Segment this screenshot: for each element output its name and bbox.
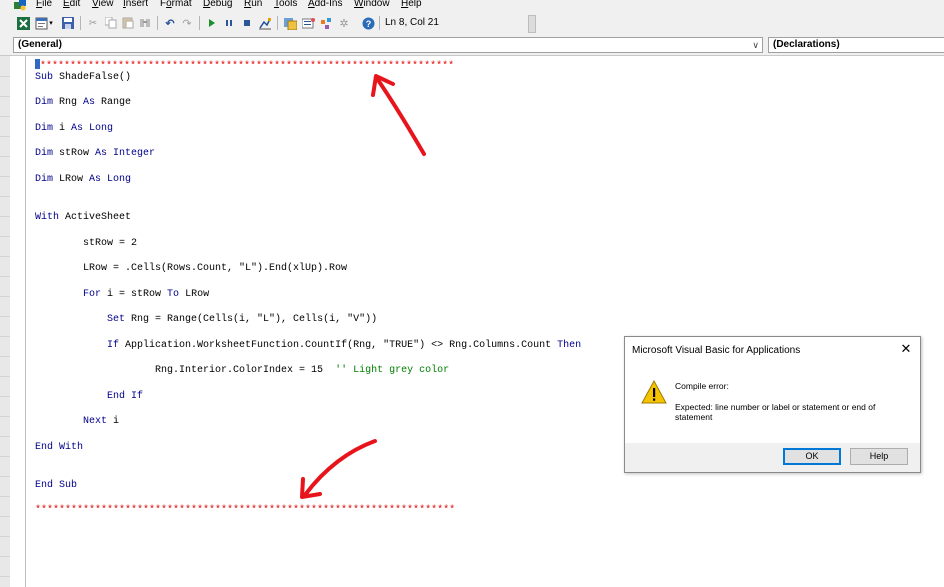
code-line: stRow = 2	[35, 238, 138, 249]
run-icon[interactable]	[205, 16, 219, 30]
dialog-title: Microsoft Visual Basic for Applications	[632, 345, 801, 356]
code-line: Rng.Interior.ColorIndex = 15 '' Light gr…	[35, 365, 450, 376]
toolbar-separator	[277, 16, 278, 30]
insert-userform-icon[interactable]	[34, 16, 48, 30]
toolbar-separator	[199, 16, 200, 30]
toolbar-strip: ▾ ✂ ↶ ↷ ✲ ? Ln 8, Col 21	[0, 13, 538, 35]
dialog-message-detail: Expected: line number or label or statem…	[675, 402, 876, 422]
code-line: Set Rng = Range(Cells(i, "L"), Cells(i, …	[107, 314, 378, 325]
menu-window[interactable]: Window	[354, 0, 390, 11]
code-line: With ActiveSheet	[35, 212, 132, 223]
vba-app-icon[interactable]	[13, 0, 27, 11]
code-line: Dim stRow As Integer	[35, 148, 156, 159]
code-line: Next i	[83, 416, 120, 427]
code-window-header: (General) ∨ (Declarations)	[0, 35, 944, 56]
chevron-down-icon[interactable]: ∨	[752, 38, 759, 52]
menu-format[interactable]: Format	[160, 0, 192, 11]
toolbar-empty-area	[538, 13, 944, 35]
worksheet-edge	[0, 56, 10, 587]
paste-icon[interactable]	[121, 16, 135, 30]
code-line: End Sub	[35, 480, 78, 491]
menu-edit[interactable]: Edit	[63, 0, 80, 11]
procedure-combo[interactable]: (Declarations)	[768, 37, 944, 53]
cursor-position-readout: Ln 8, Col 21	[385, 17, 439, 28]
menu-debug[interactable]: Debug	[203, 0, 232, 11]
cut-icon[interactable]: ✂	[86, 16, 100, 30]
help-button[interactable]: Help	[850, 448, 908, 465]
object-combo[interactable]: (General) ∨	[13, 37, 763, 53]
code-line: Sub ShadeFalse()	[35, 72, 132, 83]
code-line: LRow = .Cells(Rows.Count, "L").End(xlUp)…	[35, 263, 348, 274]
find-icon[interactable]	[138, 16, 152, 30]
redo-icon[interactable]: ↷	[180, 16, 194, 30]
project-explorer-icon[interactable]	[283, 16, 297, 30]
menu-view[interactable]: View	[92, 0, 114, 11]
chevron-down-icon[interactable]: ▾	[48, 16, 54, 30]
code-margin[interactable]	[10, 56, 26, 587]
toolbar-separator	[157, 16, 158, 30]
warning-icon	[641, 380, 667, 404]
ok-button[interactable]: OK	[783, 448, 841, 465]
menu-bar: File Edit View Insert Format Debug Run T…	[0, 0, 944, 13]
code-line: ****************************************…	[35, 505, 456, 516]
toolbar-separator	[379, 16, 380, 30]
code-line: Dim i As Long	[35, 123, 114, 134]
standard-toolbar: ▾ ✂ ↶ ↷ ✲ ? Ln 8, Col 21	[0, 13, 944, 35]
svg-text:?: ?	[365, 19, 371, 29]
code-line: Dim Rng As Range	[35, 97, 132, 108]
help-icon[interactable]: ?	[361, 16, 375, 30]
dialog-titlebar[interactable]: Microsoft Visual Basic for Applications …	[625, 337, 920, 363]
close-icon[interactable]: ✕	[899, 342, 913, 356]
undo-icon[interactable]: ↶	[163, 16, 177, 30]
copy-icon[interactable]	[104, 16, 118, 30]
menu-help[interactable]: Help	[401, 0, 422, 11]
menu-file[interactable]: File	[36, 0, 52, 11]
dialog-message-title: Compile error:	[675, 381, 729, 391]
save-icon[interactable]	[61, 16, 75, 30]
design-mode-icon[interactable]	[258, 16, 272, 30]
code-line: For i = stRow To LRow	[83, 289, 210, 300]
toolbox-icon[interactable]: ✲	[337, 16, 351, 30]
object-combo-value: (General)	[18, 39, 62, 50]
procedure-combo-value: (Declarations)	[773, 39, 840, 50]
menu-insert[interactable]: Insert	[123, 0, 148, 11]
compile-error-dialog: Microsoft Visual Basic for Applications …	[624, 336, 921, 473]
code-line: If Application.WorksheetFunction.CountIf…	[107, 340, 582, 351]
break-icon[interactable]	[222, 16, 236, 30]
toolbar-grip[interactable]	[528, 15, 536, 33]
excel-icon[interactable]	[16, 16, 30, 30]
dialog-body: Compile error: Expected: line number or …	[625, 363, 920, 443]
code-line: ****************************************…	[35, 59, 454, 73]
properties-icon[interactable]	[301, 16, 315, 30]
object-browser-icon[interactable]	[319, 16, 333, 30]
menu-tools[interactable]: Tools	[274, 0, 297, 11]
code-editor[interactable]: ****************************************…	[26, 56, 944, 587]
menu-add-ins[interactable]: Add-Ins	[308, 0, 342, 11]
menu-run[interactable]: Run	[244, 0, 262, 11]
code-line: Dim LRow As Long	[35, 174, 132, 185]
toolbar-separator	[80, 16, 81, 30]
code-line: End If	[107, 391, 144, 402]
reset-icon[interactable]	[240, 16, 254, 30]
code-line: End With	[35, 442, 84, 453]
